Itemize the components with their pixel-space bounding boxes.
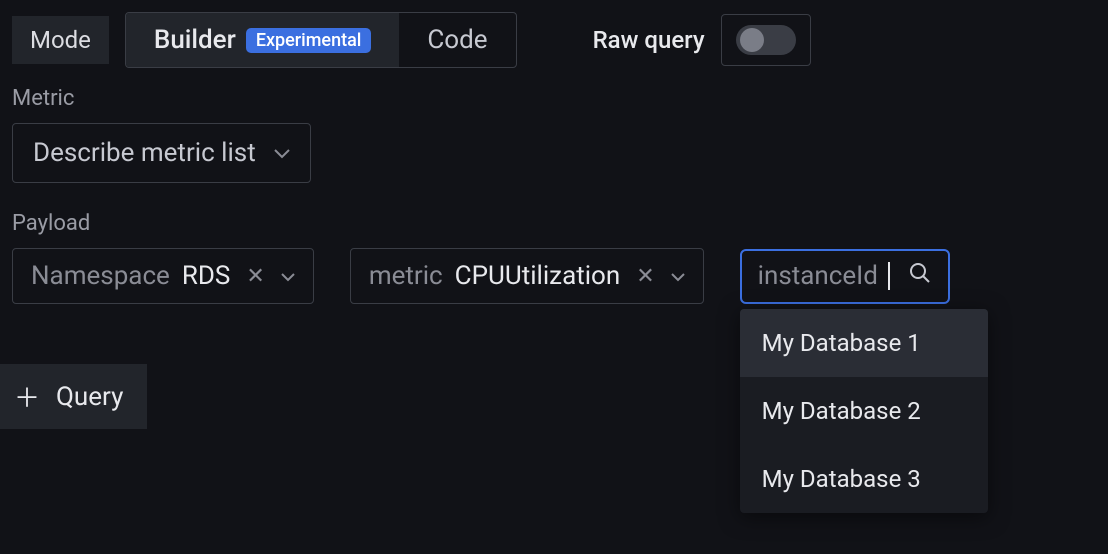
mode-label: Mode	[12, 16, 109, 64]
dropdown-item[interactable]: My Database 2	[740, 377, 988, 445]
experimental-badge: Experimental	[246, 28, 372, 53]
tab-builder[interactable]: Builder Experimental	[126, 13, 399, 67]
chip-key: Namespace	[31, 261, 170, 291]
text-cursor	[888, 262, 890, 290]
raw-query-label: Raw query	[593, 26, 705, 54]
remove-chip-icon[interactable]: ✕	[242, 264, 268, 289]
tab-builder-label: Builder	[154, 25, 236, 55]
plus-icon: ＋	[14, 378, 40, 415]
add-query-button[interactable]: ＋ Query	[0, 364, 147, 429]
chevron-down-icon[interactable]	[281, 267, 295, 286]
raw-query-toggle[interactable]	[736, 25, 796, 55]
chip-value: CPUUtilization	[455, 261, 621, 291]
raw-query-toggle-wrap	[721, 14, 811, 66]
payload-chip-metric[interactable]: metric CPUUtilization ✕	[350, 248, 704, 304]
metric-section-label: Metric	[12, 86, 1096, 111]
dropdown-item[interactable]: My Database 3	[740, 445, 988, 513]
search-text: instanceId	[758, 261, 878, 291]
chip-value: RDS	[182, 261, 231, 291]
instanceid-search-input[interactable]: instanceId My Database 1 My Database 2 M…	[740, 249, 950, 304]
instanceid-dropdown: My Database 1 My Database 2 My Database …	[740, 309, 988, 513]
dropdown-item[interactable]: My Database 1	[740, 309, 988, 377]
mode-tab-group: Builder Experimental Code	[125, 12, 517, 68]
metric-select-value: Describe metric list	[33, 138, 256, 168]
add-query-label: Query	[56, 382, 123, 412]
remove-chip-icon[interactable]: ✕	[632, 264, 658, 289]
search-icon	[908, 261, 932, 292]
chevron-down-icon	[274, 143, 290, 164]
payload-section-label: Payload	[12, 211, 1096, 236]
chip-key: metric	[369, 261, 443, 291]
toggle-knob	[740, 28, 764, 52]
metric-select[interactable]: Describe metric list	[12, 123, 311, 183]
chevron-down-icon[interactable]	[671, 267, 685, 286]
payload-chip-namespace[interactable]: Namespace RDS ✕	[12, 248, 314, 304]
tab-code[interactable]: Code	[399, 13, 515, 67]
